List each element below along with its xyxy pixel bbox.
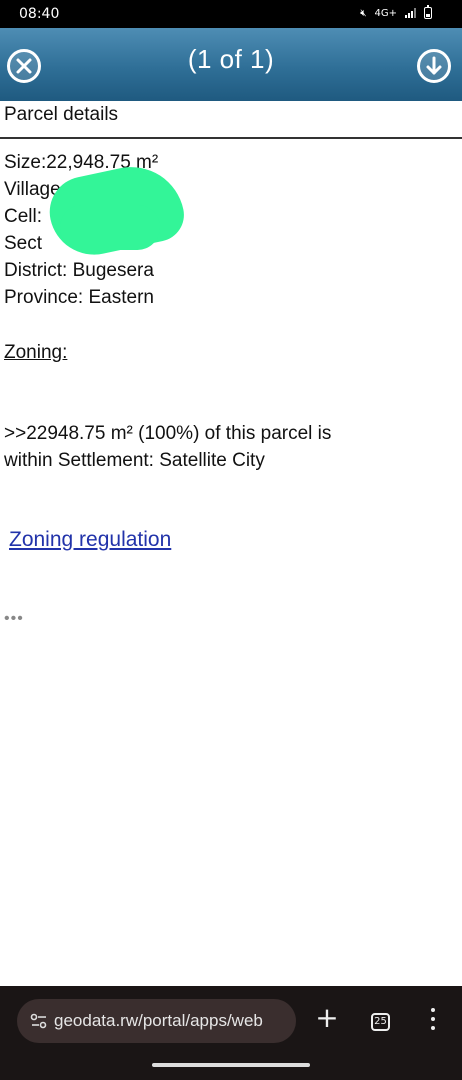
- status-bar: 08:40 🔇︎ 4G+: [0, 0, 462, 28]
- parcel-province: Province: Eastern: [4, 287, 154, 308]
- zoning-detail-line2: within Settlement: Satellite City: [4, 450, 265, 471]
- popup-header: (1 of 1): [0, 28, 462, 101]
- more-menu-icon[interactable]: [427, 1008, 439, 1034]
- new-tab-button[interactable]: +: [313, 1004, 341, 1032]
- signal-icon: [405, 8, 416, 18]
- redaction-mark: [60, 205, 160, 250]
- parcel-cell: Cell:: [4, 206, 43, 227]
- network-type: 4G+: [374, 7, 398, 19]
- zoning-label: Zoning:: [4, 342, 68, 363]
- home-indicator[interactable]: [152, 1063, 310, 1067]
- parcel-sector: Sect: [4, 233, 43, 254]
- download-button[interactable]: [417, 49, 451, 83]
- status-icons: 🔇︎ 4G+: [360, 5, 432, 19]
- battery-icon: [424, 5, 432, 19]
- divider: [0, 137, 462, 139]
- mute-icon: 🔇︎: [360, 7, 367, 19]
- tab-switcher-button[interactable]: 25: [371, 1013, 390, 1031]
- url-text: geodata.rw/portal/apps/web: [54, 1011, 263, 1030]
- zoning-detail-line1: >>22948.75 m² (100%) of this parcel is: [4, 423, 332, 444]
- popup-counter: (1 of 1): [187, 44, 275, 74]
- zoning-regulation-link[interactable]: Zoning regulation: [9, 528, 171, 552]
- site-settings-icon[interactable]: [29, 1011, 49, 1031]
- parcel-district: District: Bugesera: [4, 260, 154, 281]
- more-icon[interactable]: •••: [4, 610, 24, 628]
- panel-title: Parcel details: [4, 104, 119, 125]
- url-bar[interactable]: geodata.rw/portal/apps/web: [17, 999, 296, 1043]
- status-time: 08:40: [19, 6, 60, 22]
- arrow-down-icon: [426, 56, 442, 75]
